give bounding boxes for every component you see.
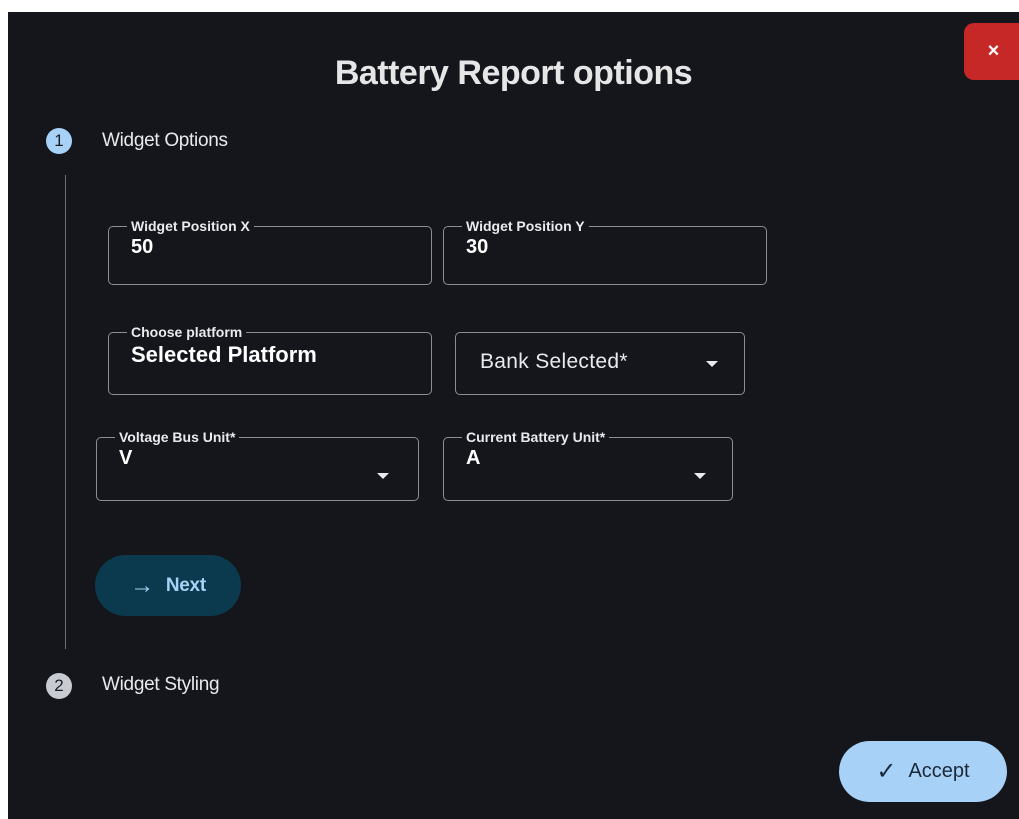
accept-button[interactable]: ✓ Accept — [839, 741, 1007, 802]
arrow-right-icon: → — [130, 571, 154, 599]
widget-position-x-field[interactable]: Widget Position X 50 — [108, 219, 432, 285]
chevron-down-icon — [694, 473, 706, 479]
step-2-label[interactable]: Widget Styling — [102, 674, 220, 696]
close-button[interactable]: × — [964, 23, 1019, 80]
current-battery-unit-select[interactable]: Current Battery Unit* A — [443, 430, 733, 501]
next-button-label: Next — [165, 574, 206, 596]
dialog-title: Battery Report options — [334, 54, 693, 92]
accept-button-label: Accept — [908, 760, 970, 782]
step-1-indicator: 1 — [46, 128, 72, 154]
bank-select-dropdown[interactable]: Bank Selected* — [455, 332, 745, 395]
step-1-label[interactable]: Widget Options — [102, 130, 228, 152]
choose-platform-field[interactable]: Choose platform Selected Platform — [108, 325, 432, 395]
widget-position-y-value[interactable]: 30 — [466, 235, 744, 259]
close-icon: × — [987, 40, 1000, 62]
widget-position-x-label: Widget Position X — [131, 218, 250, 234]
choose-platform-value[interactable]: Selected Platform — [131, 343, 409, 367]
chevron-down-icon — [706, 361, 718, 367]
voltage-bus-unit-select[interactable]: Voltage Bus Unit* V — [96, 430, 419, 501]
widget-position-y-label: Widget Position Y — [466, 218, 585, 234]
next-button[interactable]: → Next — [95, 555, 241, 616]
current-battery-unit-value: A — [466, 447, 481, 469]
choose-platform-label: Choose platform — [131, 324, 243, 340]
bank-select-placeholder: Bank Selected* — [480, 350, 628, 373]
step-2-indicator: 2 — [46, 673, 72, 699]
chevron-down-icon — [377, 473, 389, 479]
check-icon: ✓ — [876, 758, 897, 785]
stepper-connector-line — [65, 175, 66, 649]
widget-position-x-value[interactable]: 50 — [131, 235, 409, 259]
widget-position-y-field[interactable]: Widget Position Y 30 — [443, 219, 767, 285]
battery-report-dialog: Battery Report options × 1 Widget Option… — [8, 12, 1019, 819]
voltage-bus-unit-label: Voltage Bus Unit* — [119, 429, 236, 445]
voltage-bus-unit-value: V — [119, 447, 133, 469]
current-battery-unit-label: Current Battery Unit* — [466, 429, 606, 445]
